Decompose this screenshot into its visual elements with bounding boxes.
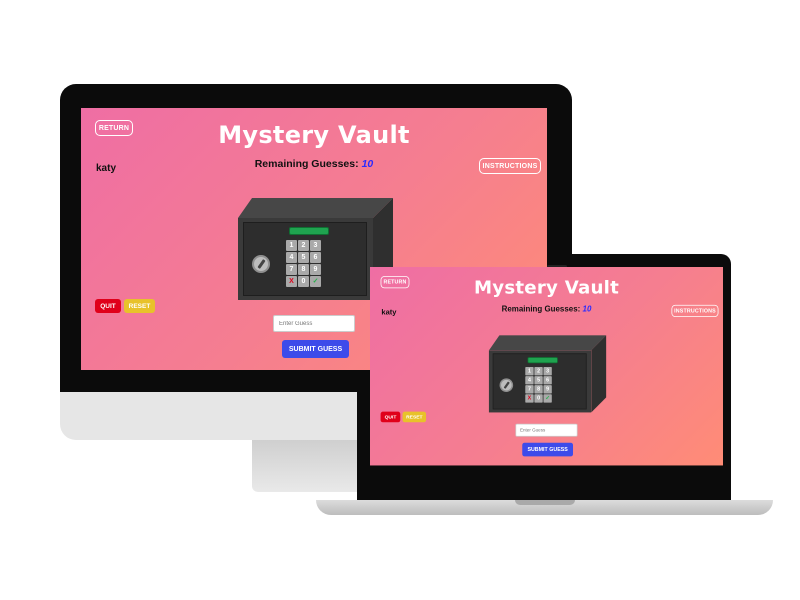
keypad-key-7: 7 bbox=[525, 385, 534, 394]
keypad-key-3: 3 bbox=[543, 366, 552, 376]
instructions-button[interactable]: INSTRUCTIONS bbox=[479, 158, 541, 174]
keypad-key-0: 0 bbox=[298, 276, 309, 287]
keypad-key-cancel: X bbox=[525, 394, 534, 403]
safe-knob-icon bbox=[252, 255, 270, 273]
submit-guess-button[interactable]: SUBMIT GUESS bbox=[522, 442, 574, 457]
keypad-key-7: 7 bbox=[286, 264, 297, 275]
remaining-guesses: Remaining Guesses: 10 bbox=[81, 158, 547, 170]
keypad-key-9: 9 bbox=[543, 385, 552, 394]
keypad-key-cancel: X bbox=[286, 276, 297, 287]
desktop-monitor-stand bbox=[252, 440, 372, 492]
keypad-key-9: 9 bbox=[310, 264, 321, 275]
keypad-key-2: 2 bbox=[534, 366, 543, 376]
page-title: Mystery Vault bbox=[473, 276, 620, 299]
keypad-key-4: 4 bbox=[525, 376, 534, 385]
safe-top bbox=[488, 335, 607, 351]
reset-button[interactable]: RESET bbox=[124, 299, 155, 313]
keypad-key-5: 5 bbox=[298, 252, 309, 263]
guess-input[interactable] bbox=[515, 423, 578, 437]
remaining-guesses-count: 10 bbox=[361, 158, 374, 170]
keypad-key-ok: ✓ bbox=[543, 394, 552, 403]
keypad-key-0: 0 bbox=[534, 394, 543, 403]
quit-button[interactable]: QUIT bbox=[380, 411, 401, 423]
remaining-guesses-count: 10 bbox=[582, 304, 592, 314]
keypad-key-5: 5 bbox=[534, 376, 543, 385]
reset-button[interactable]: RESET bbox=[402, 411, 427, 423]
safe-front: 1 2 3 4 5 6 7 8 9 X 0 ✓ bbox=[488, 350, 592, 413]
instructions-button[interactable]: INSTRUCTIONS bbox=[671, 304, 719, 317]
safe-knob-icon bbox=[499, 378, 514, 392]
guess-input[interactable] bbox=[273, 315, 355, 332]
safe-door: 1 2 3 4 5 6 7 8 9 X 0 ✓ bbox=[243, 222, 367, 296]
keypad-key-8: 8 bbox=[298, 264, 309, 275]
safe-display bbox=[289, 227, 329, 235]
keypad-key-8: 8 bbox=[534, 385, 543, 394]
safe-keypad: 1 2 3 4 5 6 7 8 9 X 0 ✓ bbox=[525, 366, 552, 403]
username: katy bbox=[381, 308, 397, 317]
username: katy bbox=[96, 163, 117, 174]
page-title: Mystery Vault bbox=[218, 121, 410, 149]
keypad-key-3: 3 bbox=[310, 240, 321, 251]
safe-keypad: 1 2 3 4 5 6 7 8 9 X 0 ✓ bbox=[286, 240, 321, 287]
laptop-base-notch bbox=[515, 500, 575, 505]
keypad-key-ok: ✓ bbox=[310, 276, 321, 287]
remaining-guesses-label: Remaining Guesses: bbox=[501, 304, 581, 314]
safe-top bbox=[238, 198, 393, 218]
safe-front: 1 2 3 4 5 6 7 8 9 X 0 ✓ bbox=[238, 218, 373, 300]
remaining-guesses-label: Remaining Guesses: bbox=[254, 158, 359, 170]
remaining-guesses: Remaining Guesses: 10 bbox=[370, 305, 723, 314]
keypad-key-4: 4 bbox=[286, 252, 297, 263]
laptop-screen: RETURN Mystery Vault Remaining Guesses: 1… bbox=[370, 267, 723, 466]
submit-guess-button[interactable]: SUBMIT GUESS bbox=[282, 340, 349, 358]
quit-button[interactable]: QUIT bbox=[95, 299, 121, 313]
keypad-key-6: 6 bbox=[543, 376, 552, 385]
keypad-key-1: 1 bbox=[525, 366, 534, 376]
keypad-key-2: 2 bbox=[298, 240, 309, 251]
keypad-key-1: 1 bbox=[286, 240, 297, 251]
safe-display bbox=[527, 357, 558, 364]
safe-door: 1 2 3 4 5 6 7 8 9 X 0 ✓ bbox=[492, 353, 587, 410]
keypad-key-6: 6 bbox=[310, 252, 321, 263]
